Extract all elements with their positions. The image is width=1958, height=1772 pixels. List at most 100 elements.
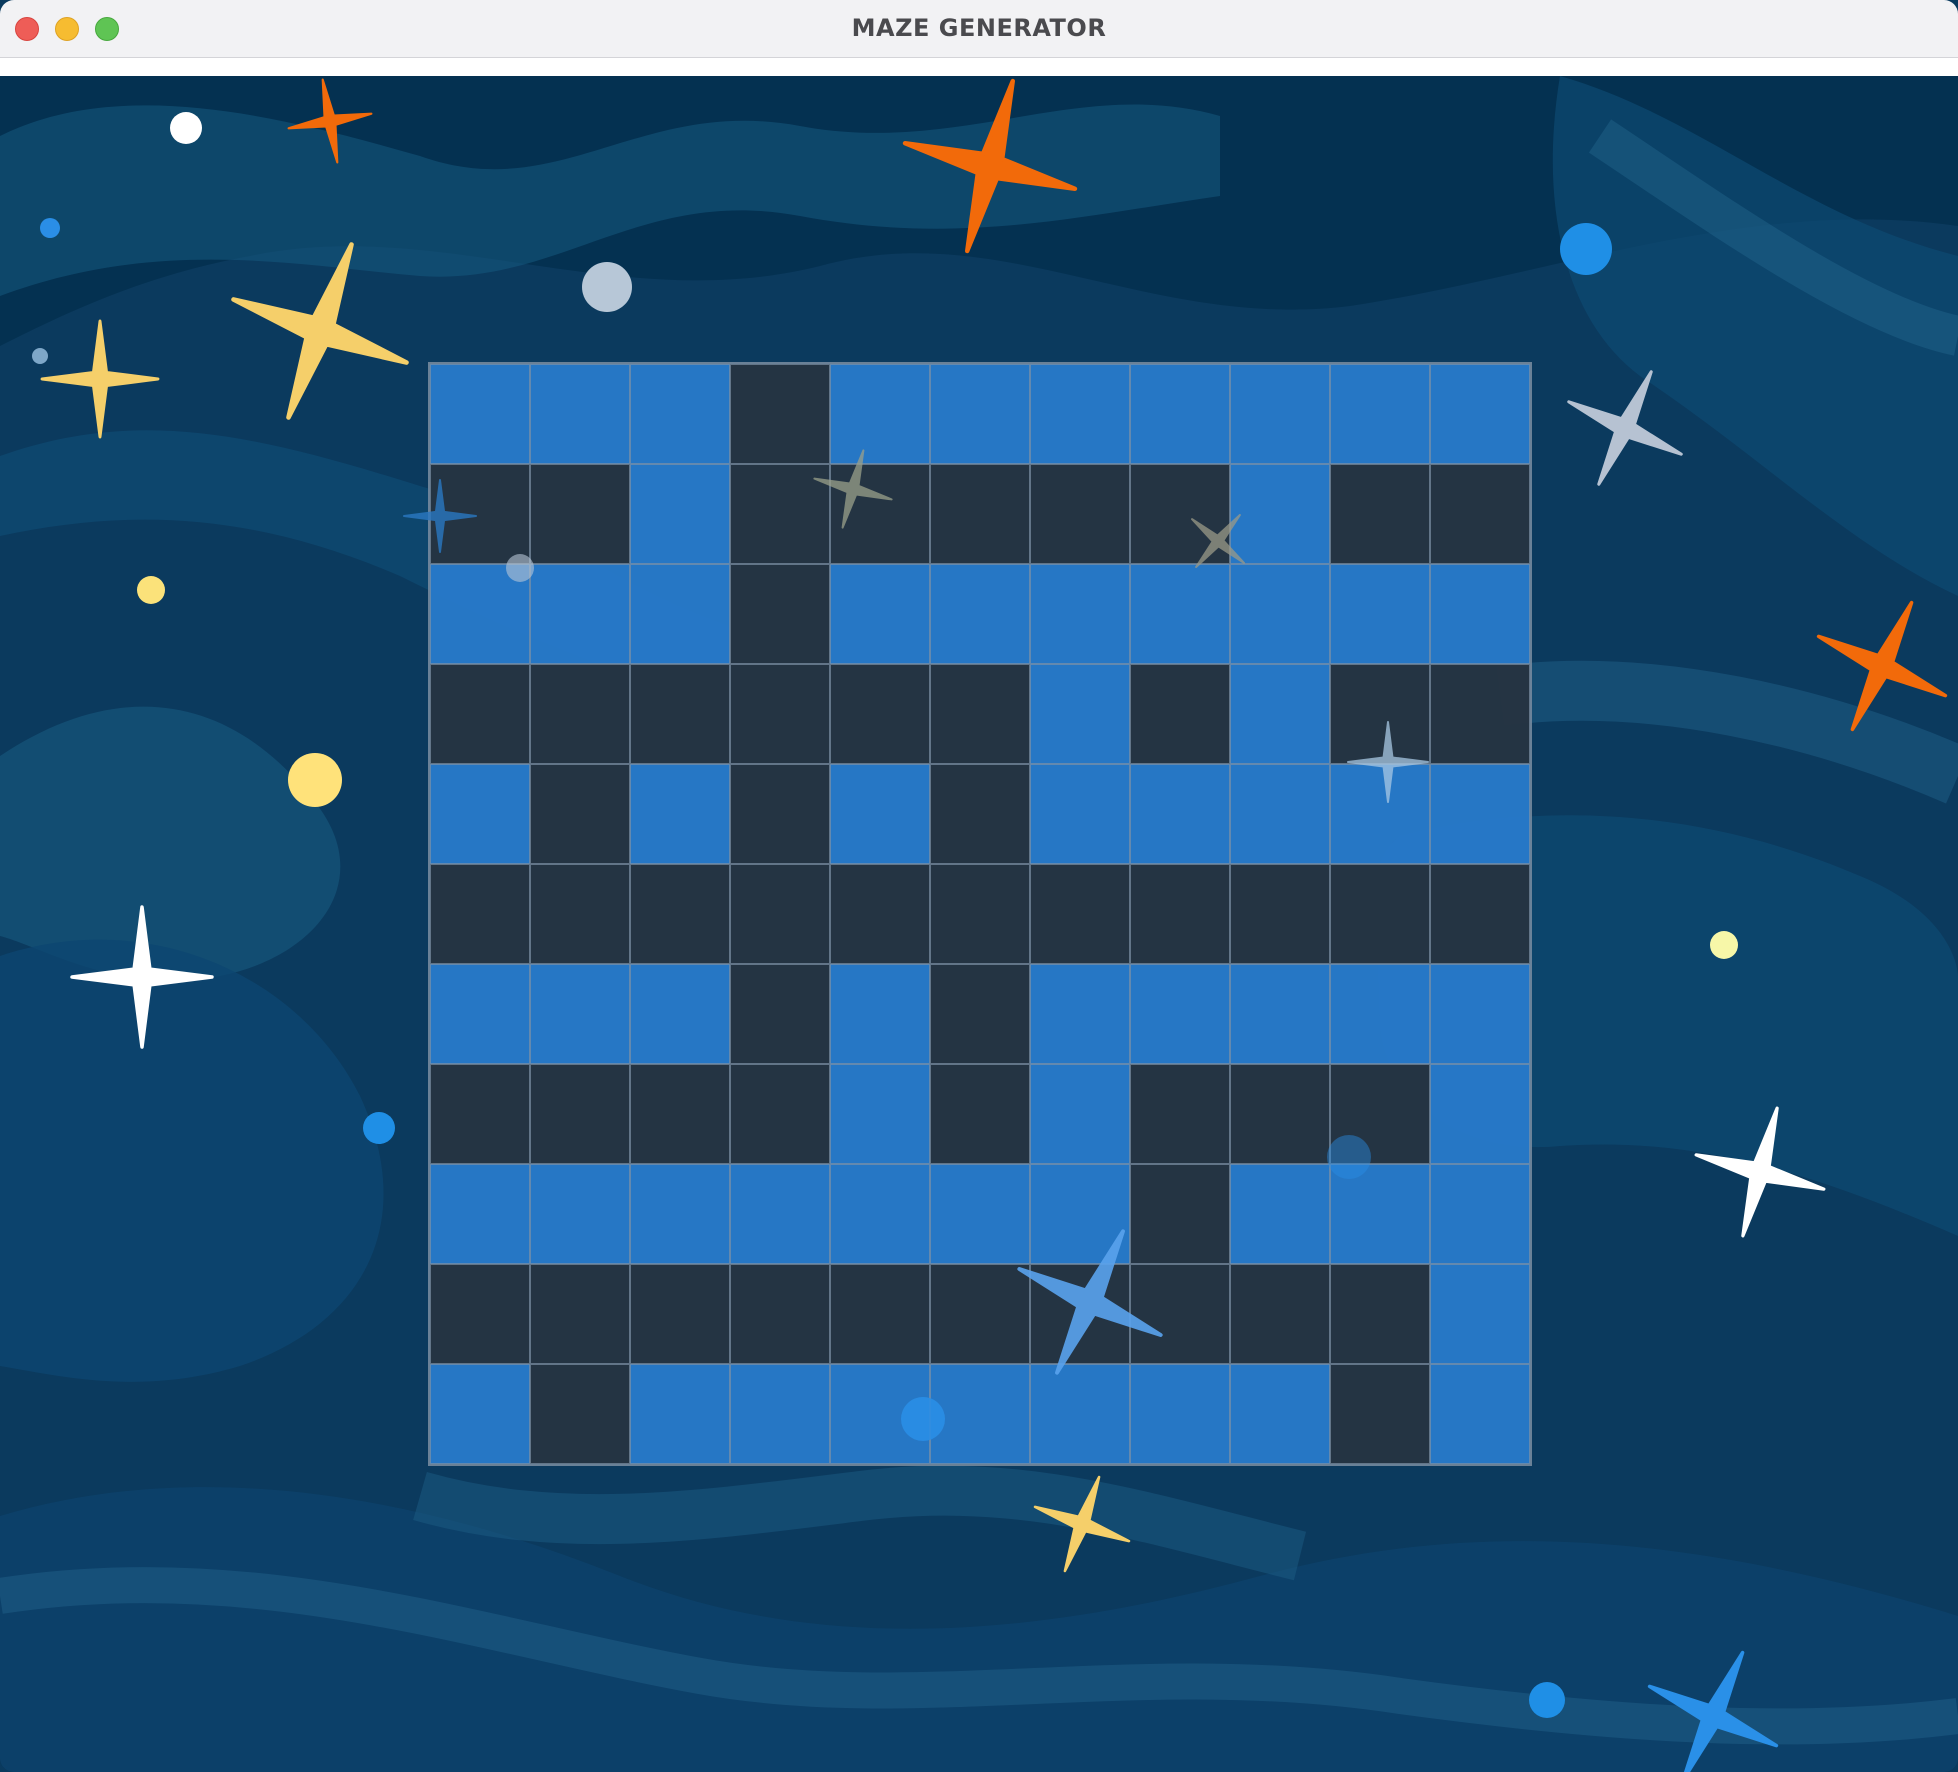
maze-wall-cell[interactable] [1330,864,1430,964]
maze-path-cell[interactable] [1030,564,1130,664]
maze-wall-cell[interactable] [530,764,630,864]
maze-path-cell[interactable] [630,1164,730,1264]
maze-path-cell[interactable] [830,1364,930,1464]
maze-wall-cell[interactable] [1130,864,1230,964]
maze-path-cell[interactable] [730,1364,830,1464]
maze-wall-cell[interactable] [1330,664,1430,764]
maze-wall-cell[interactable] [430,1264,530,1364]
maze-path-cell[interactable] [930,1364,1030,1464]
maze-path-cell[interactable] [1330,964,1430,1064]
maze-wall-cell[interactable] [530,464,630,564]
maze-path-cell[interactable] [430,964,530,1064]
maze-path-cell[interactable] [430,1364,530,1464]
maze-wall-cell[interactable] [830,1264,930,1364]
maze-path-cell[interactable] [1230,464,1330,564]
maze-wall-cell[interactable] [430,464,530,564]
maze-path-cell[interactable] [1230,364,1330,464]
maze-wall-cell[interactable] [430,1064,530,1164]
maze-path-cell[interactable] [930,564,1030,664]
maze-path-cell[interactable] [1130,1364,1230,1464]
maze-path-cell[interactable] [930,364,1030,464]
maze-path-cell[interactable] [630,764,730,864]
maze-wall-cell[interactable] [1130,1064,1230,1164]
maze-path-cell[interactable] [1030,964,1130,1064]
maze-path-cell[interactable] [1030,664,1130,764]
maze-wall-cell[interactable] [730,864,830,964]
maze-path-cell[interactable] [1230,764,1330,864]
maze-wall-cell[interactable] [1330,1064,1430,1164]
maze-path-cell[interactable] [1430,1264,1530,1364]
maze-wall-cell[interactable] [730,364,830,464]
maze-path-cell[interactable] [430,1164,530,1264]
maze-path-cell[interactable] [1330,364,1430,464]
maze-path-cell[interactable] [1430,1364,1530,1464]
maze-path-cell[interactable] [1230,664,1330,764]
maze-wall-cell[interactable] [730,564,830,664]
maze-wall-cell[interactable] [1130,664,1230,764]
maze-wall-cell[interactable] [930,464,1030,564]
maze-wall-cell[interactable] [1130,1164,1230,1264]
maze-wall-cell[interactable] [730,964,830,1064]
maze-wall-cell[interactable] [930,664,1030,764]
maze-grid[interactable] [428,362,1532,1466]
maze-wall-cell[interactable] [1430,664,1530,764]
maze-wall-cell[interactable] [730,764,830,864]
maze-path-cell[interactable] [430,364,530,464]
maze-wall-cell[interactable] [930,964,1030,1064]
maze-wall-cell[interactable] [1130,464,1230,564]
maze-wall-cell[interactable] [730,464,830,564]
game-canvas[interactable] [0,76,1958,1772]
maze-path-cell[interactable] [1030,1164,1130,1264]
maze-path-cell[interactable] [830,364,930,464]
maze-path-cell[interactable] [1030,1064,1130,1164]
maze-wall-cell[interactable] [1230,1264,1330,1364]
maze-path-cell[interactable] [830,1064,930,1164]
maze-path-cell[interactable] [1230,564,1330,664]
maze-wall-cell[interactable] [1130,1264,1230,1364]
maze-wall-cell[interactable] [1330,1364,1430,1464]
maze-wall-cell[interactable] [930,1064,1030,1164]
maze-wall-cell[interactable] [630,864,730,964]
maze-path-cell[interactable] [630,964,730,1064]
maze-wall-cell[interactable] [530,864,630,964]
maze-path-cell[interactable] [630,564,730,664]
maze-path-cell[interactable] [1130,764,1230,864]
maze-wall-cell[interactable] [830,464,930,564]
maze-wall-cell[interactable] [530,664,630,764]
maze-path-cell[interactable] [630,464,730,564]
maze-path-cell[interactable] [530,964,630,1064]
maze-path-cell[interactable] [1230,964,1330,1064]
maze-wall-cell[interactable] [630,1064,730,1164]
maze-wall-cell[interactable] [930,864,1030,964]
maze-path-cell[interactable] [930,1164,1030,1264]
maze-path-cell[interactable] [530,564,630,664]
maze-wall-cell[interactable] [630,1264,730,1364]
maze-wall-cell[interactable] [730,664,830,764]
maze-path-cell[interactable] [430,564,530,664]
maze-wall-cell[interactable] [1430,464,1530,564]
maze-path-cell[interactable] [530,364,630,464]
maze-wall-cell[interactable] [530,1264,630,1364]
maze-wall-cell[interactable] [430,664,530,764]
maze-path-cell[interactable] [1430,764,1530,864]
maze-wall-cell[interactable] [930,1264,1030,1364]
maze-path-cell[interactable] [630,1364,730,1464]
maze-path-cell[interactable] [1330,564,1430,664]
maze-path-cell[interactable] [1030,764,1130,864]
maze-wall-cell[interactable] [830,864,930,964]
maze-path-cell[interactable] [830,564,930,664]
maze-path-cell[interactable] [830,964,930,1064]
maze-wall-cell[interactable] [730,1264,830,1364]
maze-wall-cell[interactable] [930,764,1030,864]
maze-wall-cell[interactable] [1330,464,1430,564]
maze-path-cell[interactable] [1230,1364,1330,1464]
maze-path-cell[interactable] [830,764,930,864]
maze-path-cell[interactable] [1030,364,1130,464]
maze-wall-cell[interactable] [1430,864,1530,964]
maze-path-cell[interactable] [1330,764,1430,864]
maze-path-cell[interactable] [1430,364,1530,464]
maze-wall-cell[interactable] [530,1064,630,1164]
maze-wall-cell[interactable] [530,1364,630,1464]
maze-path-cell[interactable] [1330,1164,1430,1264]
maze-wall-cell[interactable] [1230,1064,1330,1164]
